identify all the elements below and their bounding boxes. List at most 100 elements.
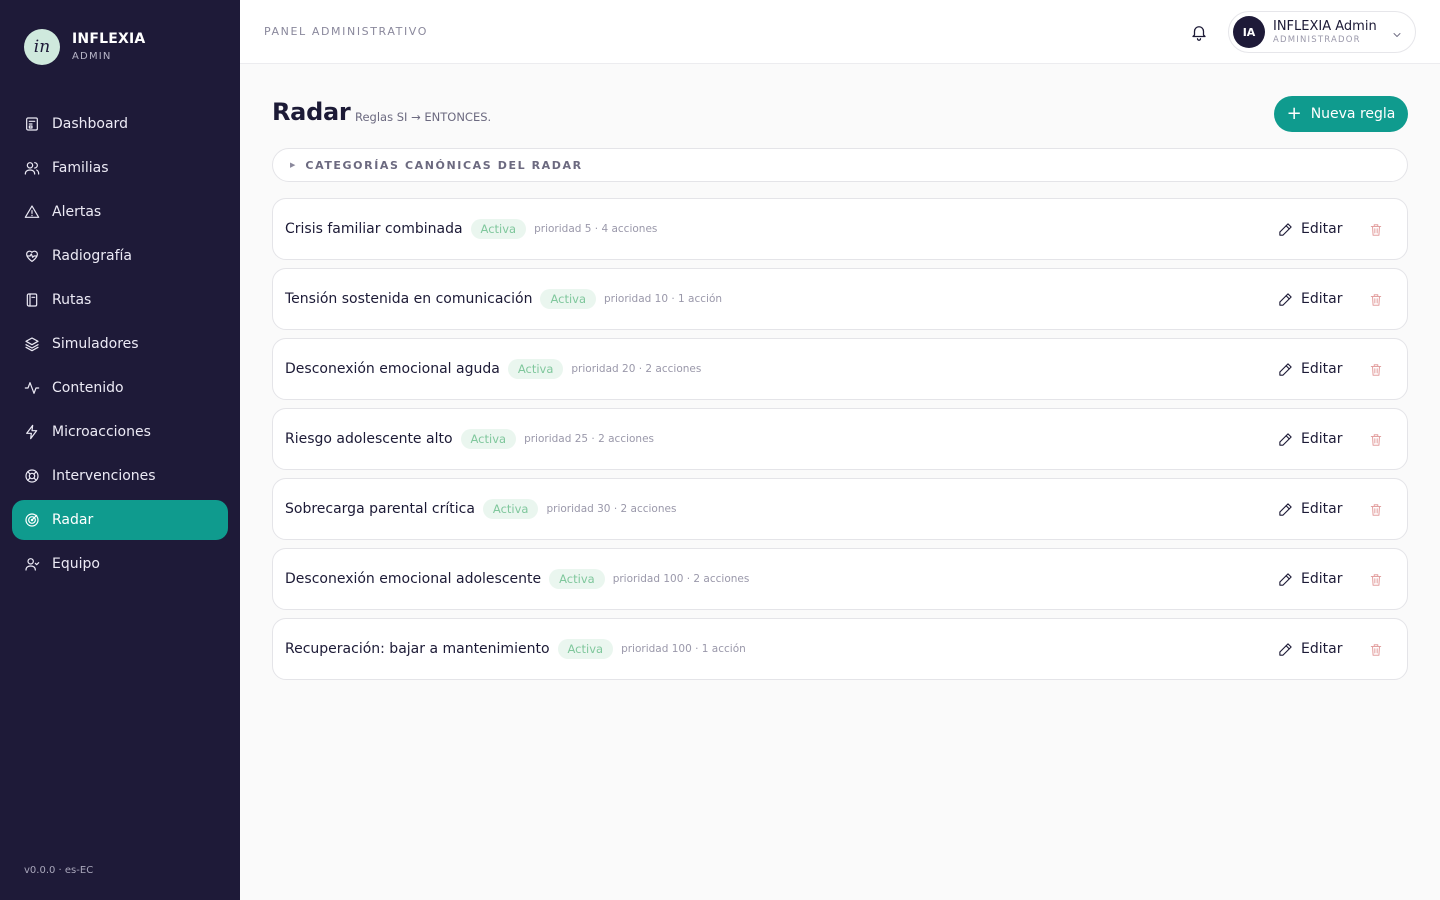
sidebar-item-equipo[interactable]: Equipo xyxy=(12,544,228,584)
rule-meta: prioridad 5 · 4 acciones xyxy=(534,223,658,235)
sidebar-item-dashboard[interactable]: Dashboard xyxy=(12,104,228,144)
rule-row: Desconexión emocional aguda Activa prior… xyxy=(272,338,1408,400)
rule-meta: prioridad 10 · 1 acción xyxy=(604,293,723,305)
sidebar-item-label: Familias xyxy=(52,160,109,176)
sidebar-item-contenido[interactable]: Contenido xyxy=(12,368,228,408)
zap-icon xyxy=(24,424,40,440)
bell-icon[interactable] xyxy=(1190,23,1208,41)
sidebar-item-label: Radiografía xyxy=(52,248,132,264)
brand-subtitle: ADMIN xyxy=(72,51,112,62)
logo: in xyxy=(24,29,60,65)
user-menu[interactable]: IA INFLEXIA Admin ADMINISTRADOR xyxy=(1228,11,1416,53)
rule-name: Desconexión emocional adolescente xyxy=(285,571,542,587)
sidebar-item-rutas[interactable]: Rutas xyxy=(12,280,228,320)
lifebuoy-icon xyxy=(24,468,40,484)
rules-list: Crisis familiar combinada Activa priorid… xyxy=(272,198,1408,688)
sidebar-item-simuladores[interactable]: Simuladores xyxy=(12,324,228,364)
user-icon xyxy=(24,556,40,572)
rule-meta: prioridad 30 · 2 acciones xyxy=(546,503,677,515)
sidebar-item-alertas[interactable]: Alertas xyxy=(12,192,228,232)
edit-label: Editar xyxy=(1301,291,1343,307)
rule-name: Desconexión emocional aguda xyxy=(285,361,500,377)
version-label: v0.0.0 · es-EC xyxy=(24,865,94,876)
rule-row: Sobrecarga parental crítica Activa prior… xyxy=(272,478,1408,540)
user-name: INFLEXIA Admin xyxy=(1273,18,1377,34)
rule-meta: prioridad 100 · 1 acción xyxy=(621,643,746,655)
sidebar-item-radiografia[interactable]: Radiografía xyxy=(12,236,228,276)
user-role: ADMINISTRADOR xyxy=(1273,34,1361,45)
plus-icon: + xyxy=(1286,103,1302,124)
status-badge: Activa xyxy=(507,359,564,379)
edit-button[interactable]: Editar xyxy=(1278,219,1342,239)
status-badge: Activa xyxy=(549,569,605,589)
edit-label: Editar xyxy=(1301,221,1343,237)
trash-icon[interactable] xyxy=(1369,432,1383,446)
brand-name: INFLEXIA xyxy=(72,31,146,47)
pencil-icon xyxy=(1279,432,1292,446)
rule-name: Crisis familiar combinada xyxy=(285,221,463,237)
brand[interactable]: in INFLEXIA ADMIN xyxy=(24,29,145,65)
edit-label: Editar xyxy=(1301,361,1343,377)
edit-button[interactable]: Editar xyxy=(1278,569,1342,589)
page-subtitle: Reglas SI → ENTONCES. xyxy=(355,110,492,124)
status-badge: Activa xyxy=(482,499,539,519)
new-rule-button[interactable]: + Nueva regla xyxy=(1274,96,1408,132)
rule-name: Sobrecarga parental crítica xyxy=(285,501,475,517)
rule-name: Tensión sostenida en comunicación xyxy=(285,291,533,307)
trash-icon[interactable] xyxy=(1369,292,1383,306)
pencil-icon xyxy=(1279,502,1292,516)
sidebar-item-label: Dashboard xyxy=(52,116,128,132)
sidebar-item-intervenciones[interactable]: Intervenciones xyxy=(12,456,228,496)
trash-icon[interactable] xyxy=(1369,362,1383,376)
edit-button[interactable]: Editar xyxy=(1278,499,1342,519)
sidebar-item-label: Simuladores xyxy=(52,336,139,352)
topbar: PANEL ADMINISTRATIVO IA INFLEXIA Admin A… xyxy=(240,0,1440,64)
sidebar-nav: Dashboard Familias Alertas Radiografía R… xyxy=(12,104,228,588)
categories-label: CATEGORÍAS CANÓNICAS DEL RADAR xyxy=(305,158,583,172)
edit-button[interactable]: Editar xyxy=(1278,289,1342,309)
pencil-icon xyxy=(1279,572,1292,586)
status-badge: Activa xyxy=(540,289,596,309)
rule-name: Riesgo adolescente alto xyxy=(285,431,453,447)
pencil-icon xyxy=(1279,642,1292,656)
rule-meta: prioridad 20 · 2 acciones xyxy=(571,363,702,375)
radar-icon xyxy=(24,512,40,528)
sidebar-item-radar[interactable]: Radar xyxy=(12,500,228,540)
edit-label: Editar xyxy=(1301,571,1343,587)
pencil-icon xyxy=(1279,292,1292,306)
triangle-right-icon: ▶ xyxy=(290,161,296,169)
heart-pulse-icon xyxy=(24,248,40,264)
users-icon xyxy=(24,160,40,176)
categories-toggle[interactable]: ▶ CATEGORÍAS CANÓNICAS DEL RADAR xyxy=(272,148,1408,182)
sidebar-item-familias[interactable]: Familias xyxy=(12,148,228,188)
status-badge: Activa xyxy=(460,429,517,449)
sidebar-item-microacciones[interactable]: Microacciones xyxy=(12,412,228,452)
alert-triangle-icon xyxy=(24,204,40,220)
status-badge: Activa xyxy=(470,219,527,239)
trash-icon[interactable] xyxy=(1369,222,1383,236)
book-icon xyxy=(24,292,40,308)
rule-row: Tensión sostenida en comunicación Activa… xyxy=(272,268,1408,330)
edit-label: Editar xyxy=(1301,431,1343,447)
edit-button[interactable]: Editar xyxy=(1278,359,1342,379)
sidebar-item-label: Microacciones xyxy=(52,424,151,440)
rule-row: Crisis familiar combinada Activa priorid… xyxy=(272,198,1408,260)
edit-button[interactable]: Editar xyxy=(1278,429,1342,449)
edit-button[interactable]: Editar xyxy=(1278,639,1342,659)
sidebar-item-label: Intervenciones xyxy=(52,468,156,484)
pencil-icon xyxy=(1279,222,1292,236)
trash-icon[interactable] xyxy=(1369,572,1383,586)
panel-title: PANEL ADMINISTRATIVO xyxy=(264,25,428,38)
trash-icon[interactable] xyxy=(1369,502,1383,516)
sidebar: in INFLEXIA ADMIN Dashboard Familias Ale… xyxy=(0,0,240,900)
status-badge: Activa xyxy=(557,639,614,659)
page-title: Radar xyxy=(272,98,351,126)
new-rule-label: Nueva regla xyxy=(1310,106,1396,122)
trash-icon[interactable] xyxy=(1369,642,1383,656)
rule-meta: prioridad 25 · 2 acciones xyxy=(524,433,655,445)
sidebar-item-label: Contenido xyxy=(52,380,124,396)
sidebar-item-label: Alertas xyxy=(52,204,102,220)
rule-meta: prioridad 100 · 2 acciones xyxy=(612,573,750,585)
rule-name: Recuperación: bajar a mantenimiento xyxy=(285,641,550,657)
sidebar-item-label: Rutas xyxy=(52,292,92,308)
